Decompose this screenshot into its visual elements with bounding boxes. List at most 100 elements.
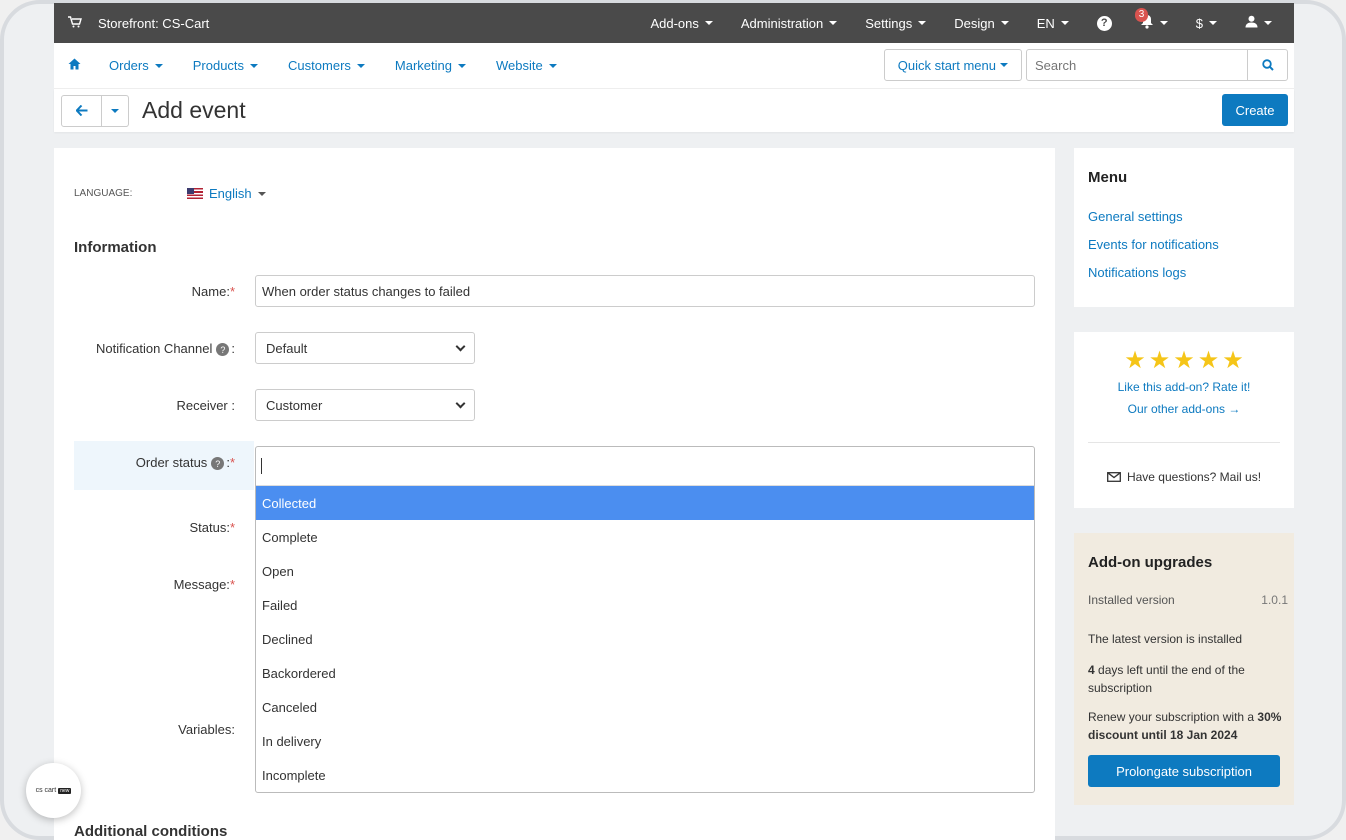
prolongate-subscription-button[interactable]: Prolongate subscription [1088,755,1280,787]
search-input[interactable] [1027,50,1247,80]
nav-customers[interactable]: Customers [273,58,380,73]
channel-label-text: Notification Channel [96,341,213,356]
caret-down-icon [1159,21,1168,25]
order-status-label-text: Order status [135,455,208,470]
user-icon [1245,15,1258,31]
menu-addons[interactable]: Add-ons [636,3,726,43]
notification-channel-select[interactable]: Default [255,332,475,364]
arrow-left-icon [75,105,87,116]
sidebar-menu-title: Menu [1088,169,1128,186]
nav-marketing[interactable]: Marketing [380,58,481,73]
home-icon [68,58,80,70]
sidebar-menu-box: Menu General settings Events for notific… [1074,148,1294,307]
order-status-option[interactable]: Backordered [256,656,1034,690]
star-icon: ★ [1124,347,1146,374]
language-selector[interactable]: English [187,186,266,201]
nav-products[interactable]: Products [178,58,273,73]
order-status-option[interactable]: Collected [256,486,1034,520]
order-status-combobox[interactable]: Collected Complete Open Failed Declined … [255,446,1035,793]
order-status-option[interactable]: Open [256,554,1034,588]
help-button[interactable]: ? [1083,3,1126,43]
other-addons-link[interactable]: Our other add-ons → [1074,402,1294,416]
order-status-option[interactable]: In delivery [256,724,1034,758]
help-circle-icon[interactable]: ? [216,343,230,357]
menu-settings[interactable]: Settings [851,3,940,43]
back-button-group [61,94,129,127]
required-mark: * [229,577,235,592]
menu-design-label: Design [954,15,995,31]
caret-down-icon [257,191,266,196]
main-nav: Orders Products Customers Marketing Webs… [54,43,1294,89]
menu-administration[interactable]: Administration [727,3,851,43]
notifications-button[interactable]: 3 [1126,3,1182,43]
cart-icon [68,15,82,31]
required-mark: * [229,455,235,470]
menu-settings-label: Settings [865,15,913,31]
renew-text-prefix: Renew your subscription with a [1088,710,1258,724]
days-left-suffix: days left until the end of the subscript… [1088,663,1245,695]
divider [1088,442,1280,443]
language-value: English [209,186,252,201]
sidebar-link-logs[interactable]: Notifications logs [1088,265,1186,280]
back-button[interactable] [62,95,102,126]
quick-start-label: Quick start menu [897,57,996,73]
order-status-option[interactable]: Declined [256,622,1034,656]
back-dropdown-button[interactable] [102,96,128,126]
rating-stars[interactable]: ★ ★ ★ ★ ★ [1074,346,1294,375]
text-cursor [261,458,262,474]
name-label: Name:* [74,284,235,299]
order-status-search-field[interactable] [256,447,1034,486]
caret-down-icon [356,63,365,68]
home-button[interactable] [54,58,94,73]
caret-down-icon [111,108,119,113]
information-section-title: Information [74,239,157,256]
top-bar: Storefront: CS-Cart Add-ons Administrati… [54,3,1294,43]
variables-label: Variables: [178,722,235,737]
rate-addon-link[interactable]: Like this add-on? Rate it! [1074,380,1294,394]
mail-us-link[interactable]: Have questions? Mail us! [1074,470,1294,484]
menu-language[interactable]: EN [1023,3,1083,43]
help-circle-icon[interactable]: ? [211,457,225,471]
caret-down-icon [154,63,163,68]
receiver-select[interactable]: Customer [255,389,475,421]
receiver-label: Receiver : [176,398,235,413]
order-status-option[interactable]: Canceled [256,690,1034,724]
message-label-text: Message: [173,577,230,592]
receiver-value: Customer [266,397,323,413]
sidebar-link-general-settings[interactable]: General settings [1088,209,1183,224]
star-icon: ★ [1197,347,1220,374]
nav-orders[interactable]: Orders [94,58,178,73]
user-menu[interactable] [1231,3,1294,43]
create-button[interactable]: Create [1222,94,1288,126]
order-status-option[interactable]: Incomplete [256,758,1034,792]
menu-language-label: EN [1036,15,1055,31]
mail-us-text: Have questions? Mail us! [1126,470,1262,484]
menu-design[interactable]: Design [940,3,1022,43]
currency-label: $ [1195,15,1203,31]
order-status-option[interactable]: Failed [256,588,1034,622]
days-left-text: 4 days left until the end of the subscri… [1088,661,1282,697]
search-icon [1261,59,1274,71]
search-button[interactable] [1247,50,1287,80]
renew-text: Renew your subscription with a 30% disco… [1088,708,1288,744]
storefront-selector[interactable]: Storefront: CS-Cart [54,16,209,31]
additional-conditions-title: Additional conditions [74,823,228,840]
nav-website-label: Website [495,58,543,73]
cscart-logo[interactable]: cs cart new [26,763,81,818]
caret-down-icon [704,21,713,25]
star-icon: ★ [1222,347,1244,374]
page-header: Add event Create [54,89,1294,132]
installed-version-label: Installed version [1088,593,1175,607]
us-flag-icon [187,188,203,199]
currency-menu[interactable]: $ [1182,3,1231,43]
name-input[interactable]: When order status changes to failed [255,275,1035,307]
sidebar-link-events[interactable]: Events for notifications [1088,237,1219,252]
upgrades-title: Add-on upgrades [1088,554,1213,571]
quick-start-menu-button[interactable]: Quick start menu [883,49,1022,81]
nav-website[interactable]: Website [481,58,572,73]
caret-down-icon [548,63,557,68]
cscart-logo-badge: new [58,787,72,794]
channel-value: Default [266,340,308,356]
order-status-option[interactable]: Complete [256,520,1034,554]
nav-marketing-label: Marketing [394,58,452,73]
